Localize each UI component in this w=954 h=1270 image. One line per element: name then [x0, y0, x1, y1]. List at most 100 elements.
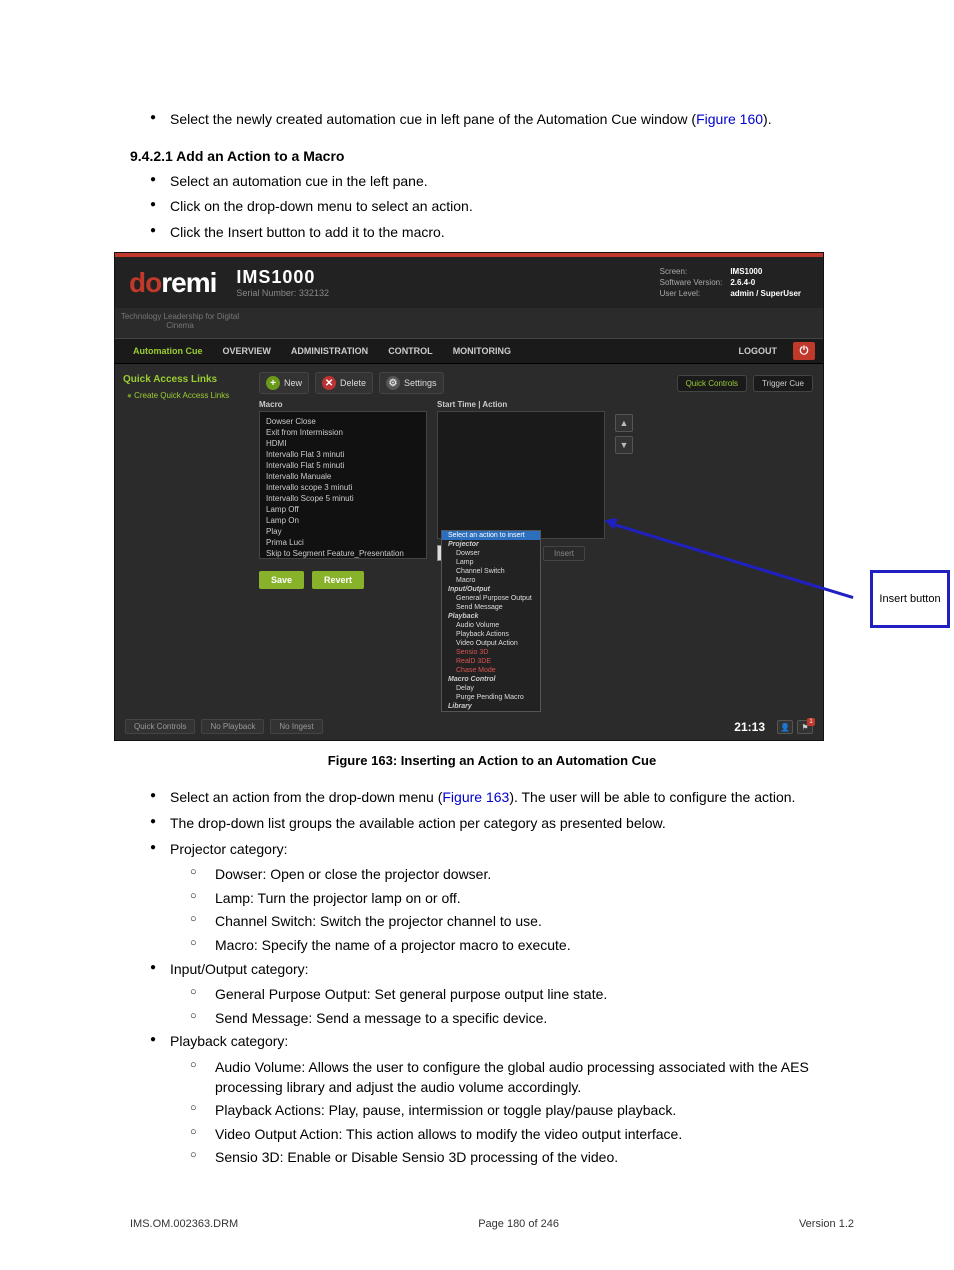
dropdown-option[interactable]: Lamp [442, 558, 540, 567]
macro-label: Macro [259, 400, 427, 409]
tab-item[interactable]: MONITORING [443, 338, 521, 364]
header-info-label: User Level: [660, 289, 729, 298]
flag-icon[interactable]: ⚑1 [797, 720, 813, 734]
dropdown-option[interactable]: Macro Control [442, 675, 540, 684]
notification-badge: 1 [807, 718, 815, 726]
macro-list-item[interactable]: Exit from Intermission [260, 427, 426, 438]
create-quick-access-link[interactable]: Create Quick Access Links [123, 391, 247, 400]
main-toolbar: +New ✕Delete ⚙Settings Quick Controls Tr… [259, 372, 813, 394]
settings-button[interactable]: ⚙Settings [379, 372, 444, 394]
dropdown-option[interactable]: Select an action to insert [442, 531, 540, 540]
dropdown-option[interactable]: Delay [442, 684, 540, 693]
dropdown-option[interactable]: Video Output Action [442, 639, 540, 648]
revert-button[interactable]: Revert [312, 571, 364, 589]
section-heading: 9.4.2.1 Add an Action to a Macro [130, 148, 854, 164]
macro-list-item[interactable]: Intervallo Scope 5 minuti [260, 493, 426, 504]
figure-link[interactable]: Figure 160 [696, 111, 763, 127]
macro-listbox[interactable]: Dowser CloseExit from IntermissionHDMIIn… [259, 411, 427, 559]
macro-list-item[interactable]: Play [260, 526, 426, 537]
app-body: Quick Access Links Create Quick Access L… [115, 364, 823, 664]
dropdown-option[interactable]: Sensio 3D [442, 648, 540, 657]
header-info-value: 2.6.4-0 [730, 278, 807, 287]
move-up-button[interactable]: ▲ [615, 414, 633, 432]
dropdown-option[interactable]: Input/Output [442, 585, 540, 594]
dropdown-option[interactable]: Playback [442, 612, 540, 621]
macro-list-item[interactable]: HDMI [260, 438, 426, 449]
user-icon[interactable]: 👤 [777, 720, 793, 734]
power-icon[interactable]: ⏻ [793, 342, 815, 360]
delete-icon: ✕ [322, 376, 336, 390]
footer-playback-status[interactable]: No Playback [201, 719, 264, 734]
sub-bullets: Audio Volume: Allows the user to configu… [150, 1058, 854, 1168]
dropdown-option[interactable]: Dowser [442, 549, 540, 558]
sub-bullet: Channel Switch: Switch the projector cha… [190, 912, 854, 932]
dropdown-option[interactable]: General Purpose Output [442, 594, 540, 603]
tab-item[interactable]: OVERVIEW [213, 338, 281, 364]
dropdown-option[interactable]: Audio Volume [442, 621, 540, 630]
macro-list-item[interactable]: Skip to Segment Feature_Presentation [260, 548, 426, 559]
insert-button[interactable]: Insert [543, 546, 585, 561]
intro-bullet: Select the newly created automation cue … [150, 110, 854, 130]
header-info-label: Software Version: [660, 278, 729, 287]
tagline: Technology Leadership for Digital Cinema [115, 308, 245, 338]
figure-caption: Figure 163: Inserting an Action to an Au… [130, 753, 854, 768]
description-bullets: Select an action from the drop-down menu… [130, 788, 854, 1168]
dropdown-option[interactable]: Library [442, 702, 540, 711]
header-status: Screen:IMS1000Software Version:2.6.4-0Us… [658, 265, 809, 300]
dropdown-option[interactable]: Purge Pending Macro [442, 693, 540, 702]
dropdown-option[interactable]: Send Message [442, 603, 540, 612]
footer-ingest-status[interactable]: No Ingest [270, 719, 322, 734]
move-down-button[interactable]: ▼ [615, 436, 633, 454]
desc-bullet: Playback category: [150, 1032, 854, 1052]
save-button[interactable]: Save [259, 571, 304, 589]
macro-list-item[interactable]: Intervallo scope 3 minuti [260, 482, 426, 493]
callout-label: Insert button [870, 570, 950, 628]
footer-quick-controls[interactable]: Quick Controls [125, 719, 195, 734]
tab-bar: Automation Cue OVERVIEWADMINISTRATIONCON… [115, 338, 823, 364]
sub-bullet: Playback Actions: Play, pause, intermiss… [190, 1101, 854, 1121]
action-dropdown-list[interactable]: Select an action to insertProjectorDowse… [441, 530, 541, 712]
intro-bullets: Select the newly created automation cue … [130, 110, 854, 130]
page-footer: IMS.OM.002363.DRM Page 180 of 246 Versio… [130, 1218, 854, 1230]
macro-list-item[interactable]: Dowser Close [260, 416, 426, 427]
sub-bullet: Send Message: Send a message to a specif… [190, 1009, 854, 1029]
text: Select the newly created automation cue … [170, 111, 696, 127]
sub-bullet: Macro: Specify the name of a projector m… [190, 936, 854, 956]
header-info-value: IMS1000 [730, 267, 807, 276]
macro-list-item[interactable]: Lamp Off [260, 504, 426, 515]
macro-list-item[interactable]: Intervallo Flat 5 minuti [260, 460, 426, 471]
macro-list-item[interactable]: Intervallo Flat 3 minuti [260, 449, 426, 460]
quick-controls-button[interactable]: Quick Controls [677, 375, 747, 392]
dropdown-option[interactable]: Projector [442, 540, 540, 549]
figure-link[interactable]: Figure 163 [442, 789, 509, 805]
tab-item[interactable]: ADMINISTRATION [281, 338, 378, 364]
sub-bullet: General Purpose Output: Set general purp… [190, 985, 854, 1005]
macro-list-item[interactable]: Prima Luci [260, 537, 426, 548]
action-label: Start Time | Action [437, 400, 605, 409]
step-bullet: Select an automation cue in the left pan… [150, 172, 854, 192]
tab-item[interactable]: CONTROL [378, 338, 443, 364]
trigger-cue-button[interactable]: Trigger Cue [753, 375, 813, 392]
desc-bullet: The drop-down list groups the available … [150, 814, 854, 834]
dropdown-option[interactable]: Chase Mode [442, 666, 540, 675]
dropdown-option[interactable]: Playback Actions [442, 630, 540, 639]
macro-list-item[interactable]: Lamp On [260, 515, 426, 526]
sub-bullet: Audio Volume: Allows the user to configu… [190, 1058, 854, 1097]
macro-list-item[interactable]: Intervallo Manuale [260, 471, 426, 482]
desc-bullet: Input/Output category: [150, 960, 854, 980]
dropdown-option[interactable]: Macro [442, 576, 540, 585]
dropdown-option[interactable]: RealD 3DE [442, 657, 540, 666]
dropdown-option[interactable]: Channel Switch [442, 567, 540, 576]
macro-column: Macro Dowser CloseExit from Intermission… [259, 400, 427, 589]
desc-bullet: Projector category: [150, 840, 854, 860]
new-button[interactable]: +New [259, 372, 309, 394]
desc-bullet: Select an action from the drop-down menu… [150, 788, 854, 808]
sub-bullet: Dowser: Open or close the projector dows… [190, 865, 854, 885]
sub-bullet: Video Output Action: This action allows … [190, 1125, 854, 1145]
tab-automation-cue[interactable]: Automation Cue [123, 338, 213, 364]
footer-doc-id: IMS.OM.002363.DRM [130, 1218, 238, 1230]
text-tail: ). [763, 111, 772, 127]
logout-button[interactable]: LOGOUT [729, 338, 788, 364]
clock: 21:13 [734, 720, 765, 734]
delete-button[interactable]: ✕Delete [315, 372, 373, 394]
